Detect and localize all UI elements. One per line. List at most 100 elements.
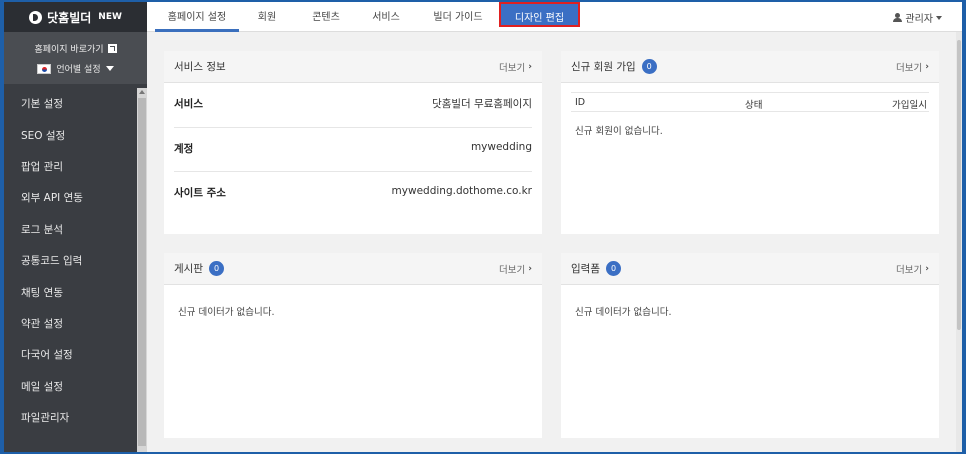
info-key: 사이트 주소 — [174, 187, 226, 199]
empty-message: 신규 데이터가 없습니다. — [575, 307, 672, 318]
chevron-right-icon: › — [925, 263, 929, 274]
input-form-panel: 입력폼 0 더보기 › 신규 데이터가 없습니다. — [561, 253, 939, 438]
empty-message: 신규 회원이 없습니다. — [575, 126, 663, 137]
panel-title-text: 게시판 — [174, 263, 203, 275]
brand-logo[interactable]: 닷홈빌더 NEW — [4, 2, 147, 32]
count-badge: 0 — [641, 59, 657, 74]
info-row-site-address: 사이트 주소 mywedding.dothome.co.kr — [174, 185, 532, 200]
panel-header: 신규 회원 가입 0 더보기 › — [561, 51, 939, 83]
sidebar-item-external-api[interactable]: 외부 API 연동 — [4, 182, 136, 213]
tab-members[interactable]: 회원 — [247, 2, 287, 32]
panel-title: 서비스 정보 — [174, 61, 226, 73]
info-row-account: 계정 mywedding — [174, 141, 532, 156]
count-badge: 0 — [208, 261, 224, 276]
sidebar-item-label: 약관 설정 — [21, 317, 63, 330]
panel-header: 입력폼 0 더보기 › — [561, 253, 939, 285]
info-value: mywedding — [470, 141, 532, 153]
main-scroll-thumb[interactable] — [957, 40, 961, 330]
info-key: 서비스 — [174, 98, 203, 110]
panel-header: 게시판 0 더보기 › — [164, 253, 542, 285]
sidebar-item-label: 다국어 설정 — [21, 349, 73, 362]
more-label: 더보기 — [896, 62, 923, 74]
dothome-logo-icon — [29, 10, 43, 24]
app-window: 닷홈빌더 NEW 홈페이지 바로가기 언어별 설정 기본 설정 SEO 설정 팝… — [4, 2, 962, 452]
sidebar-item-label: 공통코드 입력 — [21, 255, 83, 268]
tab-label: 디자인 편집 — [514, 13, 565, 24]
homepage-link[interactable]: 홈페이지 바로가기 — [4, 40, 147, 56]
scroll-up-arrow-icon[interactable] — [139, 90, 145, 94]
more-link[interactable]: 더보기 › — [896, 262, 929, 276]
sidebar-item-label: 팝업 관리 — [21, 160, 63, 173]
more-label: 더보기 — [499, 264, 526, 276]
sidebar-item-common-code[interactable]: 공통코드 입력 — [4, 245, 136, 276]
more-label: 더보기 — [499, 62, 526, 74]
sidebar-item-file-manager[interactable]: 파일관리자 — [4, 402, 136, 433]
user-icon — [893, 13, 903, 22]
sidebar-item-label: 기본 설정 — [21, 98, 63, 111]
tab-label: 회원 — [257, 12, 277, 23]
tab-services[interactable]: 서비스 — [363, 2, 409, 32]
count-badge: 0 — [605, 261, 621, 276]
info-key: 계정 — [174, 143, 194, 155]
tab-label: 빌더 가이드 — [433, 12, 483, 23]
main-scrollbar[interactable] — [956, 32, 962, 452]
panel-title: 입력폼 0 — [571, 261, 621, 276]
sidebar-item-chat-integration[interactable]: 채팅 연동 — [4, 276, 136, 307]
chevron-right-icon: › — [925, 61, 929, 72]
column-header-joined: 가입일시 — [892, 100, 927, 111]
info-value[interactable]: mywedding.dothome.co.kr — [392, 185, 532, 200]
brand-new-badge: NEW — [98, 12, 122, 22]
column-header-status: 상태 — [745, 100, 763, 111]
new-member-panel: 신규 회원 가입 0 더보기 › ID 상태 가입일시 신규 회원이 없습니다. — [561, 51, 939, 234]
sidebar-item-log-analysis[interactable]: 로그 분석 — [4, 214, 136, 245]
more-link[interactable]: 더보기 › — [499, 262, 532, 276]
sidebar-item-multilanguage[interactable]: 다국어 설정 — [4, 339, 136, 370]
sidebar-item-popup-management[interactable]: 팝업 관리 — [4, 151, 136, 182]
sidebar-item-terms-settings[interactable]: 약관 설정 — [4, 308, 136, 339]
tab-design-edit[interactable]: 디자인 편집 — [499, 2, 580, 27]
sidebar-item-label: 로그 분석 — [21, 223, 63, 236]
tab-builder-guide[interactable]: 빌더 가이드 — [423, 2, 493, 32]
sidebar-item-label: 메일 설정 — [21, 380, 63, 393]
panel-title: 신규 회원 가입 0 — [571, 59, 657, 74]
panel-title: 게시판 0 — [174, 261, 224, 276]
sidebar-item-label: 외부 API 연동 — [21, 192, 83, 205]
board-panel: 게시판 0 더보기 › 신규 데이터가 없습니다. — [164, 253, 542, 438]
table-header: ID 상태 가입일시 — [571, 92, 929, 112]
external-link-icon — [107, 43, 117, 53]
chevron-right-icon: › — [528, 61, 532, 72]
info-row-service: 서비스 닷홈빌더 무료홈페이지 — [174, 96, 532, 111]
sidebar-item-seo-settings[interactable]: SEO 설정 — [4, 119, 136, 150]
more-link[interactable]: 더보기 › — [499, 60, 532, 74]
sidebar-scroll-thumb[interactable] — [138, 98, 146, 446]
column-header-id: ID — [575, 97, 586, 108]
admin-menu[interactable]: 관리자 — [893, 10, 942, 25]
panel-header: 서비스 정보 더보기 › — [164, 51, 542, 83]
service-info-panel: 서비스 정보 더보기 › 서비스 닷홈빌더 무료홈페이지 계정 mywedding… — [164, 51, 542, 234]
divider — [174, 171, 532, 172]
info-value: 닷홈빌더 무료홈페이지 — [432, 98, 532, 110]
more-link[interactable]: 더보기 › — [896, 60, 929, 74]
sidebar-item-label: SEO 설정 — [21, 129, 66, 142]
sidebar-menu: 기본 설정 SEO 설정 팝업 관리 외부 API 연동 로그 분석 공통코드 … — [4, 88, 136, 433]
sidebar-item-label: 채팅 연동 — [21, 286, 63, 299]
sidebar-item-mail-settings[interactable]: 메일 설정 — [4, 371, 136, 402]
tab-homepage-settings[interactable]: 홈페이지 설정 — [155, 2, 239, 32]
sidebar-item-label: 파일관리자 — [21, 412, 70, 425]
tab-label: 서비스 — [372, 12, 400, 23]
tab-label: 콘텐츠 — [312, 12, 340, 23]
sidebar-scrollbar[interactable] — [137, 88, 147, 452]
tab-label: 홈페이지 설정 — [167, 12, 227, 23]
sidebar-item-basic-settings[interactable]: 기본 설정 — [4, 88, 136, 119]
caret-down-icon — [105, 66, 114, 71]
sidebar: 닷홈빌더 NEW 홈페이지 바로가기 언어별 설정 기본 설정 SEO 설정 팝… — [4, 2, 147, 452]
admin-label: 관리자 — [905, 14, 933, 25]
tab-contents[interactable]: 콘텐츠 — [303, 2, 349, 32]
sidebar-top: 홈페이지 바로가기 언어별 설정 — [4, 32, 147, 84]
chevron-right-icon: › — [528, 263, 532, 274]
top-navigation: 홈페이지 설정 회원 콘텐츠 서비스 빌더 가이드 디자인 편집 관리자 — [147, 2, 962, 32]
language-setting-dropdown[interactable]: 언어별 설정 — [4, 62, 147, 75]
homepage-link-label: 홈페이지 바로가기 — [34, 44, 104, 55]
caret-down-icon — [936, 15, 942, 20]
empty-message: 신규 데이터가 없습니다. — [178, 307, 275, 318]
